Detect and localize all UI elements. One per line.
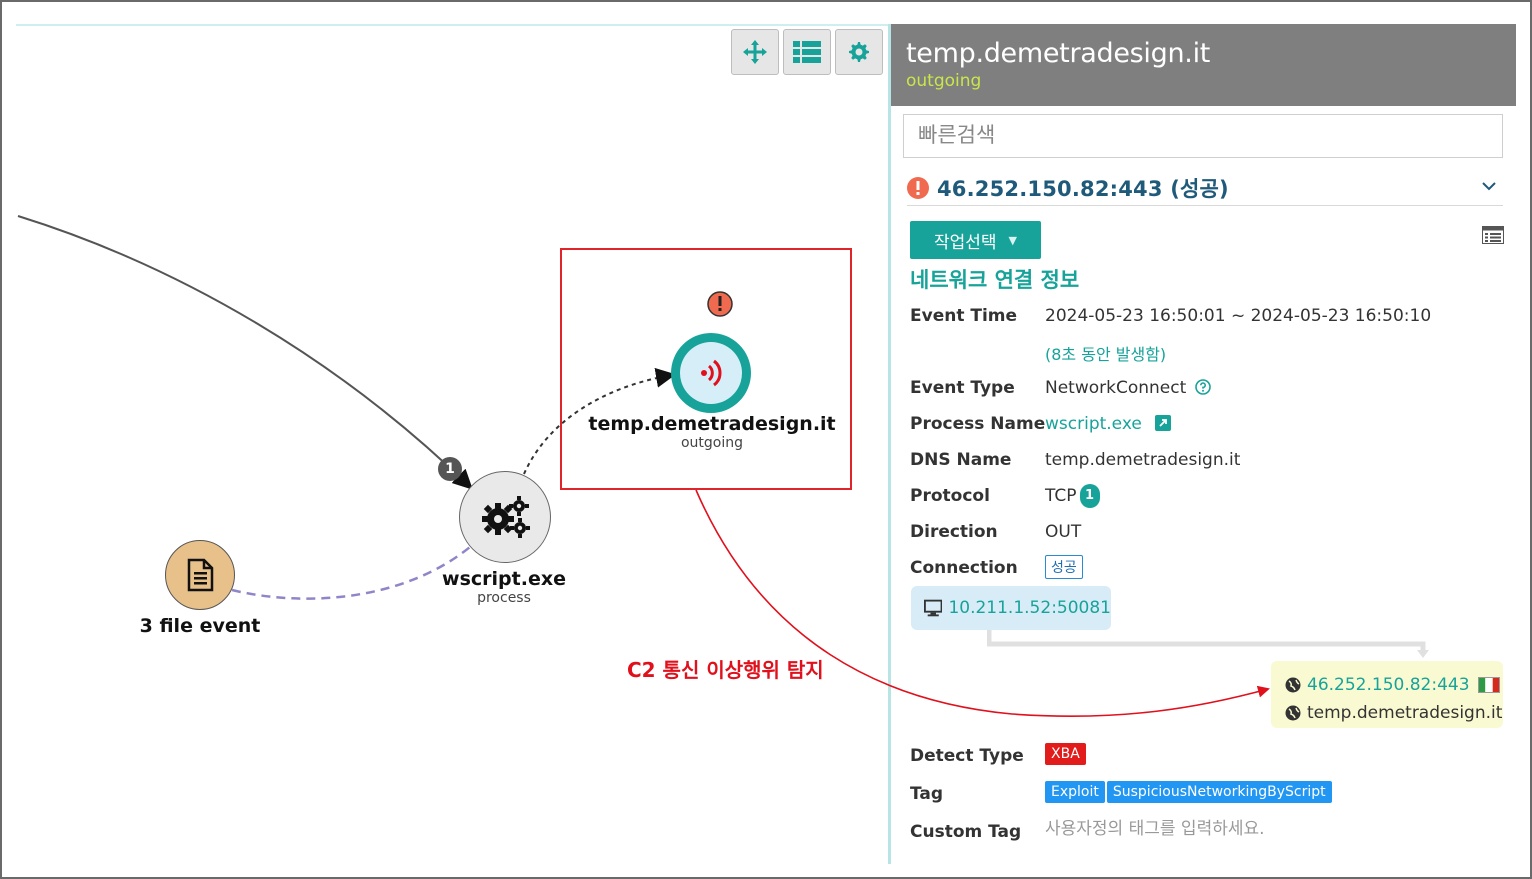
custom-tag-input[interactable] bbox=[1045, 819, 1345, 839]
protocol-value: TCP bbox=[1045, 486, 1077, 506]
file-event-node-label: 3 file event bbox=[120, 615, 280, 637]
connection-status-badge: 성공 bbox=[1045, 555, 1083, 579]
connection-status-row: 성공 bbox=[1045, 555, 1083, 579]
detect-type-row: XBA bbox=[1045, 743, 1086, 765]
source-endpoint[interactable]: 10.211.1.52:50081 bbox=[911, 586, 1111, 630]
process-name-label: Process Name bbox=[910, 414, 1046, 434]
destination-host-row: temp.demetradesign.it bbox=[1285, 699, 1503, 727]
direction-value: OUT bbox=[1045, 522, 1082, 542]
connection-selector[interactable]: 46.252.150.82:443 (성공) bbox=[907, 170, 1503, 206]
gears-icon bbox=[482, 496, 530, 538]
monitor-icon bbox=[924, 599, 943, 617]
action-select-label: 작업선택 bbox=[933, 232, 997, 253]
quick-search bbox=[903, 114, 1503, 158]
list-view-button[interactable] bbox=[783, 29, 831, 75]
italy-flag-icon bbox=[1477, 677, 1500, 693]
custom-tag-label: Custom Tag bbox=[910, 822, 1022, 842]
table-view-icon[interactable] bbox=[1482, 226, 1504, 244]
domain-node-subtitle: outgoing bbox=[680, 435, 744, 451]
event-type-row: NetworkConnect bbox=[1045, 378, 1211, 398]
move-button[interactable] bbox=[731, 29, 779, 75]
action-select-button[interactable]: 작업선택 ▼ bbox=[910, 221, 1041, 259]
caret-down-icon: ▼ bbox=[1008, 233, 1018, 247]
detect-type-label: Detect Type bbox=[910, 746, 1024, 766]
tag-exploit[interactable]: Exploit bbox=[1045, 781, 1105, 803]
flow-connector bbox=[987, 630, 1429, 658]
quick-search-input[interactable] bbox=[918, 123, 1488, 147]
panel-title: temp.demetradesign.it bbox=[906, 38, 1211, 69]
process-node-subtitle: process bbox=[477, 590, 531, 606]
move-arrows-icon bbox=[743, 40, 767, 64]
detail-panel: temp.demetradesign.it outgoing 46.252.15… bbox=[891, 24, 1516, 864]
c2-annotation: C2 통신 이상행위 탐지 bbox=[627, 658, 824, 682]
list-icon bbox=[793, 41, 821, 63]
incoming-edge bbox=[17, 215, 473, 490]
process-name-row: wscript.exe bbox=[1045, 414, 1172, 434]
chevron-down-icon[interactable] bbox=[1481, 178, 1497, 194]
source-address[interactable]: 10.211.1.52:50081 bbox=[948, 598, 1111, 618]
event-time-label: Event Time bbox=[910, 306, 1018, 326]
direction-label: Direction bbox=[910, 522, 998, 542]
process-node[interactable] bbox=[459, 471, 551, 563]
dns-name-value: temp.demetradesign.it bbox=[1045, 450, 1241, 470]
globe-icon bbox=[1285, 705, 1301, 721]
alert-icon bbox=[707, 291, 733, 317]
help-icon[interactable] bbox=[1194, 379, 1211, 395]
destination-endpoint[interactable]: 46.252.150.82:443 temp.demetradesign.it bbox=[1271, 661, 1503, 728]
event-type-value: NetworkConnect bbox=[1045, 378, 1187, 398]
file-event-node[interactable] bbox=[165, 540, 235, 610]
panel-subtitle: outgoing bbox=[906, 71, 982, 91]
custom-tag-row bbox=[1045, 819, 1345, 839]
connection-title: 46.252.150.82:443 (성공) bbox=[937, 176, 1229, 201]
dns-name-label: DNS Name bbox=[910, 450, 1012, 470]
event-type-label: Event Type bbox=[910, 378, 1015, 398]
domain-node-label: temp.demetradesign.it outgoing bbox=[582, 413, 842, 451]
globe-icon bbox=[1285, 677, 1301, 693]
connection-label: Connection bbox=[910, 558, 1018, 578]
destination-address[interactable]: 46.252.150.82:443 bbox=[1307, 675, 1470, 695]
detect-type-badge: XBA bbox=[1045, 743, 1086, 765]
destination-host: temp.demetradesign.it bbox=[1307, 703, 1503, 723]
settings-button[interactable] bbox=[835, 29, 883, 75]
event-time-note: (8초 동안 발생함) bbox=[1045, 345, 1167, 364]
graph-toolbar bbox=[731, 29, 883, 75]
window-frame: temp.demetradesign.it outgoing 1 wscript… bbox=[0, 0, 1532, 879]
gear-icon bbox=[849, 42, 869, 62]
process-name-link[interactable]: wscript.exe bbox=[1045, 414, 1142, 434]
process-count-badge: 1 bbox=[438, 457, 462, 481]
protocol-count-badge: 1 bbox=[1079, 484, 1100, 508]
document-icon bbox=[187, 558, 214, 592]
protocol-row: TCP 1 bbox=[1045, 484, 1100, 508]
file-event-node-title: 3 file event bbox=[139, 615, 261, 637]
destination-address-row: 46.252.150.82:443 bbox=[1285, 671, 1503, 699]
tag-label: Tag bbox=[910, 784, 944, 804]
external-link-icon[interactable] bbox=[1155, 415, 1172, 431]
signal-icon bbox=[701, 359, 722, 387]
event-time-value: 2024-05-23 16:50:01 ~ 2024-05-23 16:50:1… bbox=[1045, 306, 1432, 326]
section-title: 네트워크 연결 정보 bbox=[910, 268, 1080, 292]
domain-node-title: temp.demetradesign.it bbox=[588, 413, 836, 435]
process-node-label: wscript.exe process bbox=[414, 568, 594, 606]
tag-suspicious-networking[interactable]: SuspiciousNetworkingByScript bbox=[1106, 781, 1332, 803]
domain-node[interactable] bbox=[671, 333, 751, 413]
process-node-title: wscript.exe bbox=[442, 568, 566, 590]
protocol-label: Protocol bbox=[910, 486, 990, 506]
tag-list: Exploit SuspiciousNetworkingByScript bbox=[1045, 781, 1334, 803]
panel-header: temp.demetradesign.it outgoing bbox=[891, 24, 1516, 106]
alert-icon bbox=[907, 176, 929, 199]
